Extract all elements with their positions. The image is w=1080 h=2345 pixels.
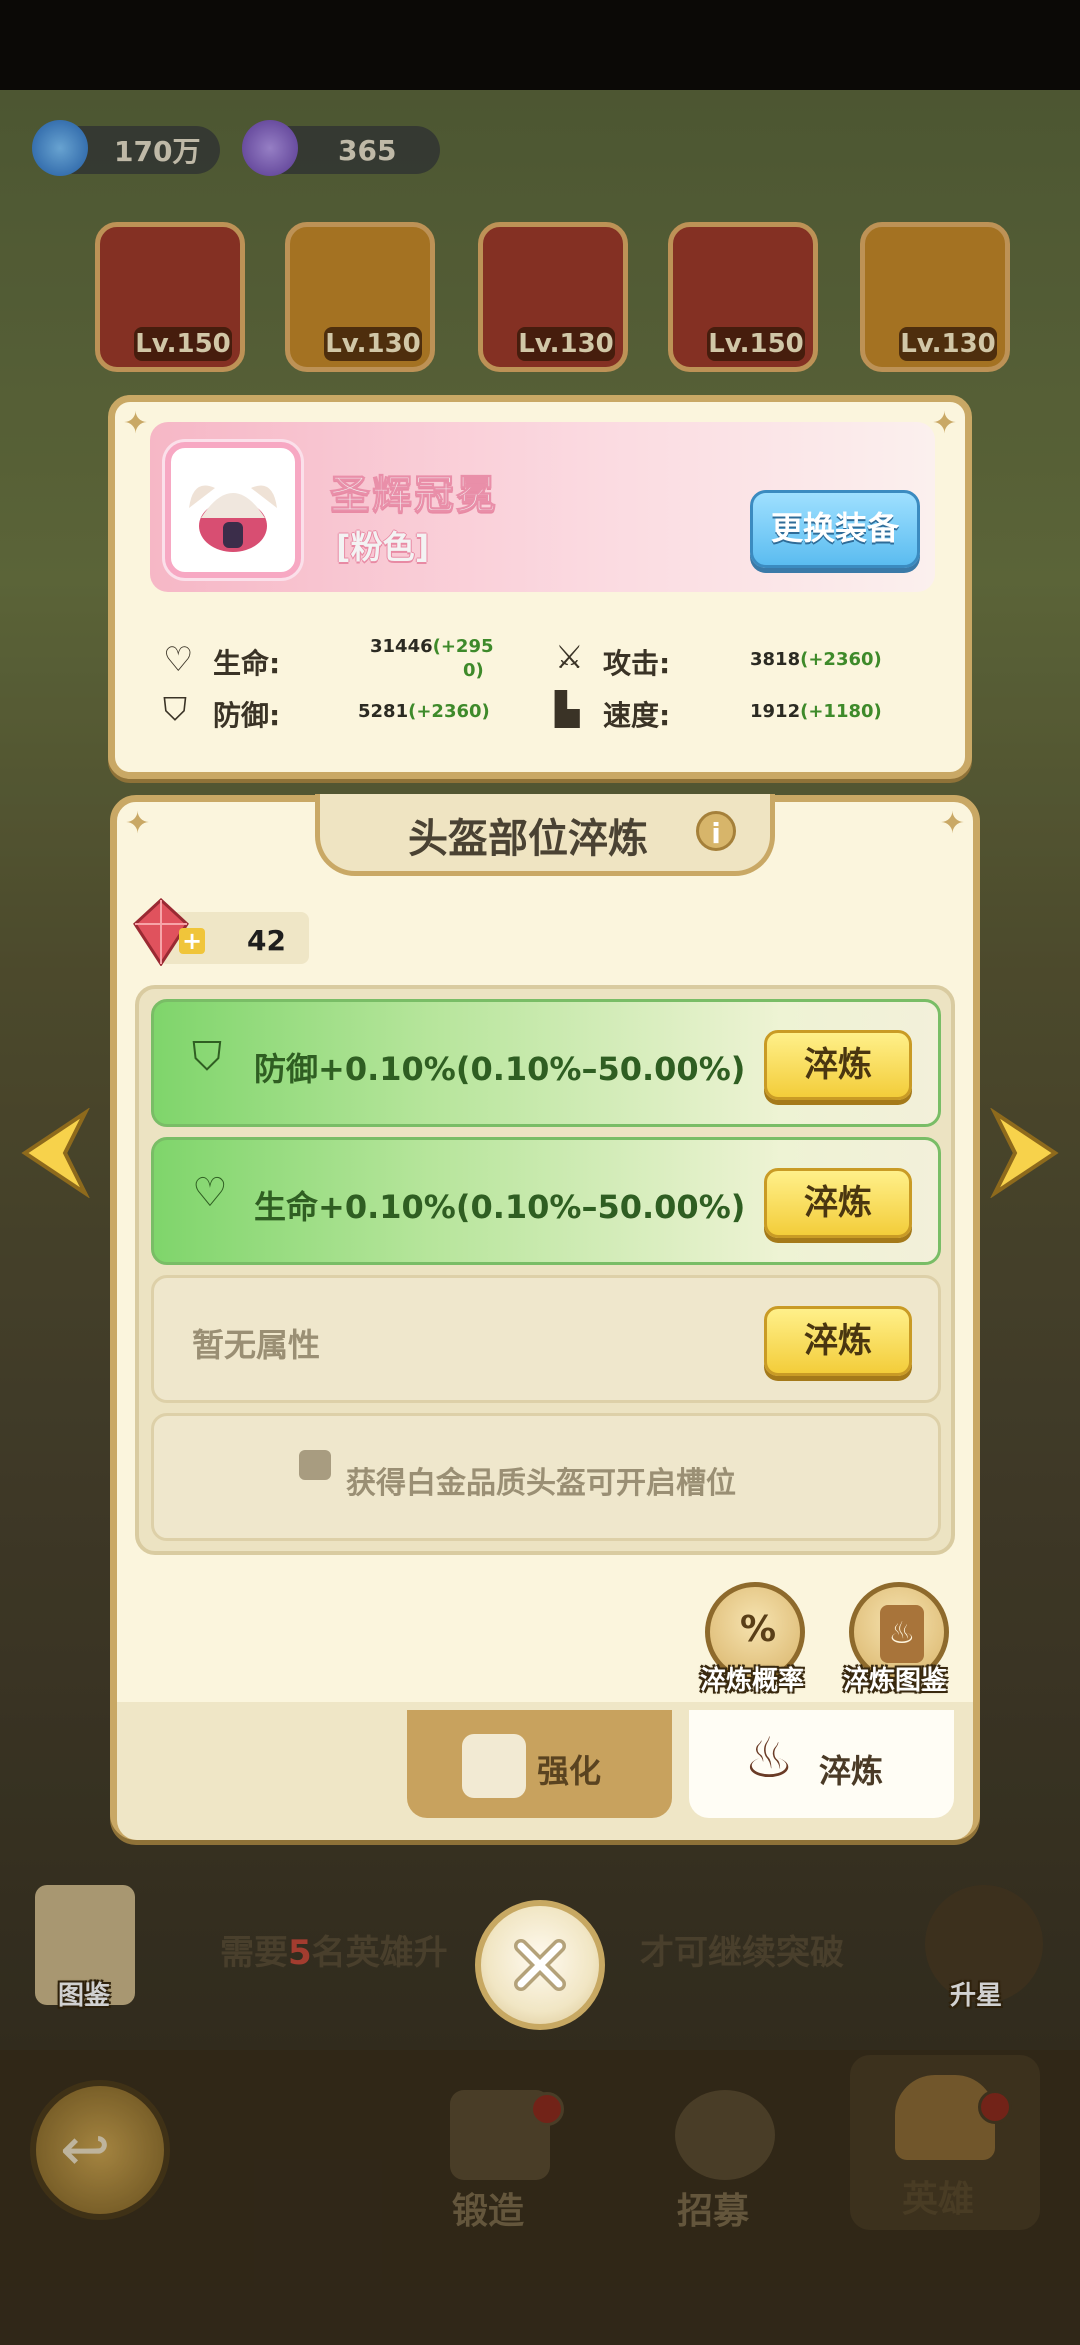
- refine-button[interactable]: 淬炼: [764, 1306, 912, 1376]
- flame-icon: ♨: [744, 1726, 795, 1791]
- sword-icon: ⚔: [555, 638, 584, 676]
- hp-bonus-wrap: 0): [463, 660, 484, 681]
- def-base: 5281: [358, 701, 409, 722]
- equipment-quality: [粉色]: [336, 528, 430, 566]
- corner-sparkle-icon: ✦: [123, 406, 149, 441]
- tab-strengthen[interactable]: 强化: [407, 1710, 672, 1818]
- tab-refine-label: 淬炼: [819, 1752, 884, 1790]
- equipment-name: 圣辉冠冕: [330, 472, 498, 519]
- refine-panel: 头盔部位淬炼 i ✦ ✦ + 42 ⛉ 防御+0.10%(0.10%–50.00…: [110, 794, 980, 1840]
- hp-base: 31446: [370, 636, 433, 657]
- close-button[interactable]: [475, 1900, 605, 2030]
- flame-card-icon: ♨: [880, 1605, 924, 1663]
- locked-slot-text: 获得白金品质头盔可开启槽位: [346, 1466, 736, 1501]
- slot-attribute: 防御+0.10%(0.10%–50.00%): [254, 1050, 746, 1088]
- refine-codex-label: 淬炼图鉴: [843, 1666, 948, 1696]
- equipment-slot[interactable]: [165, 442, 301, 578]
- slot-empty-text: 暂无属性: [192, 1326, 321, 1364]
- helmet-icon: [189, 485, 277, 552]
- refine-slot-defense: ⛉ 防御+0.10%(0.10%–50.00%) 淬炼: [151, 999, 941, 1127]
- anvil-icon: [462, 1734, 526, 1798]
- def-value: 5281(+2360): [358, 701, 490, 722]
- refine-stone-count: 42: [247, 924, 286, 957]
- tab-refine[interactable]: ♨ 淬炼: [689, 1710, 954, 1818]
- title-tab: 头盔部位淬炼 i: [315, 794, 775, 876]
- corner-sparkle-icon: ✦: [939, 806, 965, 841]
- atk-label: 攻击:: [603, 647, 671, 680]
- refine-slot-locked: 获得白金品质头盔可开启槽位: [151, 1413, 941, 1541]
- lock-icon: [299, 1450, 331, 1480]
- heart-icon: ♡: [163, 640, 194, 680]
- refine-slot-empty: 暂无属性 淬炼: [151, 1275, 941, 1403]
- refine-slot-hp: ♡ 生命+0.10%(0.10%–50.00%) 淬炼: [151, 1137, 941, 1265]
- spd-value: 1912(+1180): [750, 701, 882, 722]
- equipment-header: 圣辉冠冕 [粉色] 更换装备: [150, 422, 935, 592]
- atk-value: 3818(+2360): [750, 649, 882, 670]
- heart-icon: ♡: [192, 1170, 228, 1216]
- close-icon: [514, 1939, 566, 1991]
- corner-sparkle-icon: ✦: [125, 806, 151, 841]
- hp-bonus: (+295: [432, 636, 494, 657]
- percent-scroll-icon: %: [740, 1609, 777, 1650]
- spd-bonus: (+1180): [800, 701, 882, 722]
- change-equipment-button[interactable]: 更换装备: [750, 490, 920, 568]
- plus-icon[interactable]: +: [179, 928, 205, 954]
- tab-strengthen-label: 强化: [537, 1752, 602, 1790]
- slot-attribute: 生命+0.10%(0.10%–50.00%): [254, 1188, 746, 1226]
- def-label: 防御:: [213, 699, 281, 732]
- def-bonus: (+2360): [408, 701, 490, 722]
- spd-label: 速度:: [603, 699, 671, 732]
- shield-icon: ⛉: [192, 1034, 222, 1080]
- shield-icon: ⛉: [163, 690, 188, 728]
- refine-title: 头盔部位淬炼: [408, 816, 648, 862]
- atk-bonus: (+2360): [800, 649, 882, 670]
- refine-button[interactable]: 淬炼: [764, 1030, 912, 1100]
- corner-sparkle-icon: ✦: [931, 406, 957, 441]
- atk-base: 3818: [750, 649, 801, 670]
- next-arrow-icon[interactable]: [985, 1108, 1065, 1198]
- refine-stone-counter: + 42: [133, 898, 309, 966]
- info-icon[interactable]: i: [696, 811, 736, 851]
- equipment-info-panel: ✦ ✦ 圣辉冠冕 [粉色] 更换装备 ♡ 生命: 31446(+295 0) ⚔…: [108, 395, 972, 779]
- refine-slots: ⛉ 防御+0.10%(0.10%–50.00%) 淬炼 ♡ 生命+0.10%(0…: [135, 985, 955, 1555]
- boot-icon: ▙: [555, 690, 580, 728]
- refine-button[interactable]: 淬炼: [764, 1168, 912, 1238]
- previous-arrow-icon[interactable]: [15, 1108, 95, 1198]
- refine-rate-label: 淬炼概率: [700, 1666, 805, 1696]
- spd-base: 1912: [750, 701, 801, 722]
- hp-label: 生命:: [213, 647, 281, 680]
- hp-value: 31446(+295: [370, 636, 494, 657]
